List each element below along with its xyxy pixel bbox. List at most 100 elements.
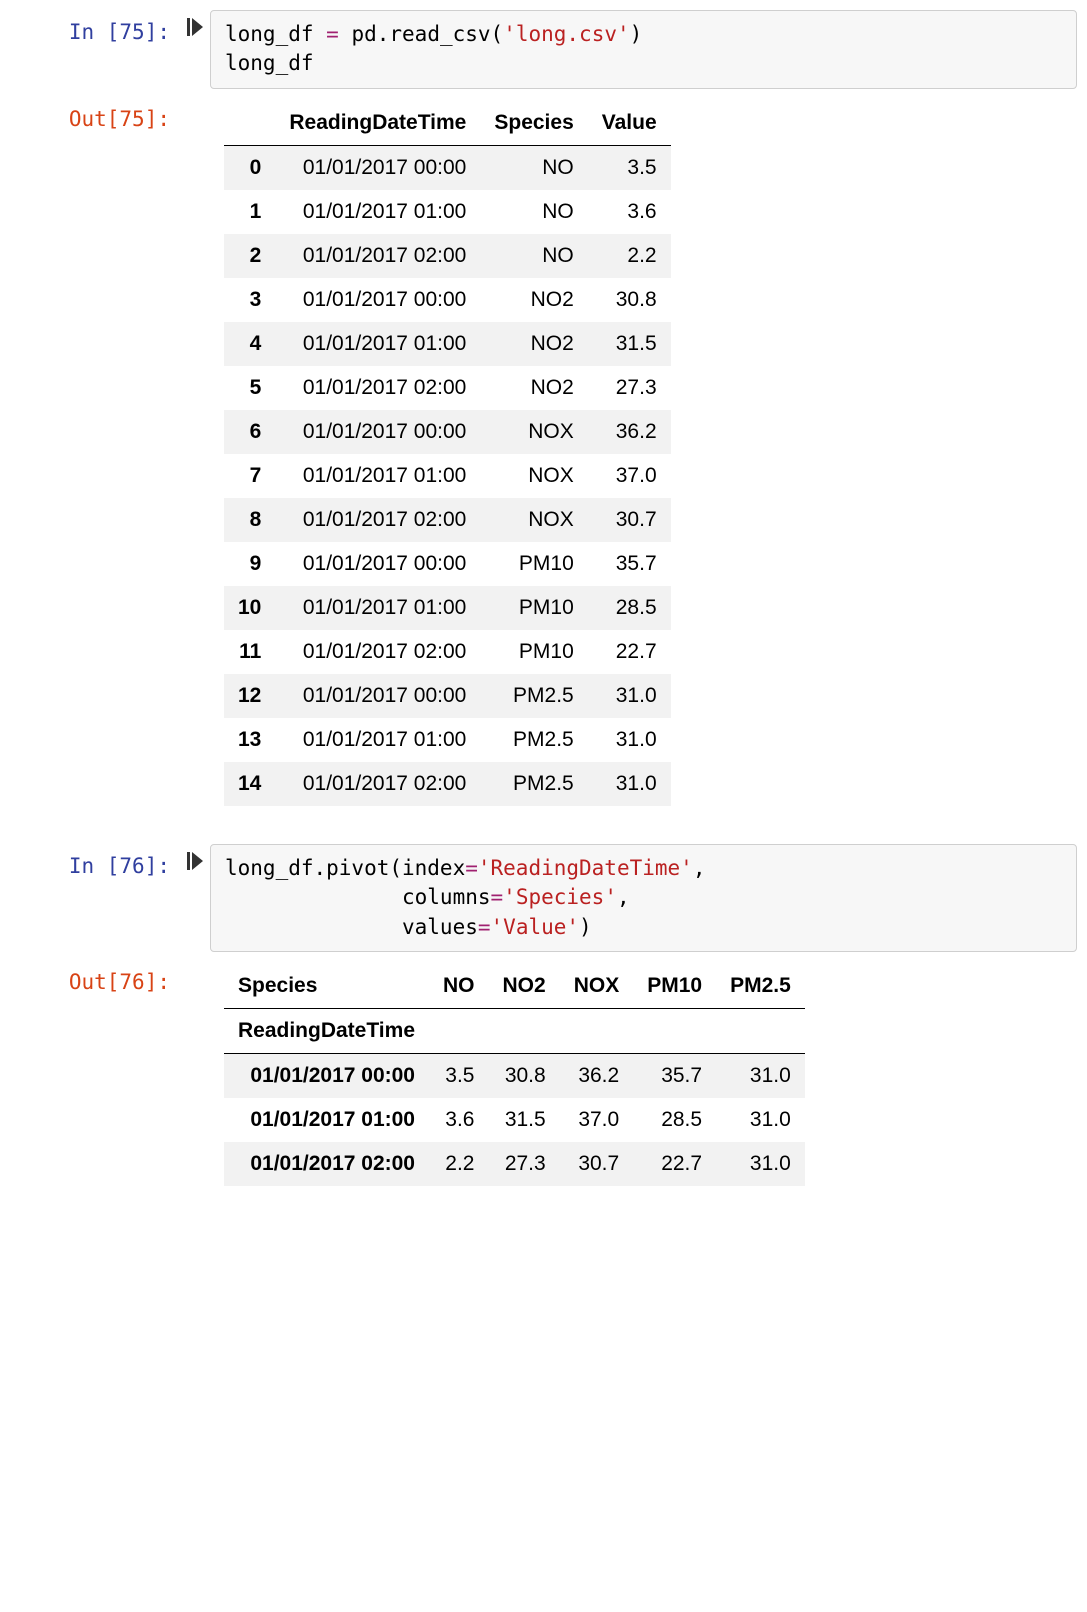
row-index: 9 [224, 542, 275, 586]
pivot-col-header: NO [429, 964, 489, 1009]
cell: 30.8 [489, 1053, 560, 1098]
code-text: values [225, 915, 478, 939]
code-text: ) [630, 22, 643, 46]
cell: 22.7 [588, 630, 671, 674]
cell: 01/01/2017 00:00 [275, 278, 480, 322]
table-row: 701/01/2017 01:00NOX37.0 [224, 454, 671, 498]
cell: 01/01/2017 00:00 [275, 145, 480, 190]
cell: PM2.5 [480, 718, 587, 762]
pivot-col-header: NO2 [489, 964, 560, 1009]
table-row: 901/01/2017 00:00PM1035.7 [224, 542, 671, 586]
code-text: , [617, 885, 630, 909]
cell: 3.6 [588, 190, 671, 234]
row-index: 2 [224, 234, 275, 278]
code-text: long_df [225, 22, 326, 46]
cell: 2.2 [588, 234, 671, 278]
cell: 31.0 [716, 1142, 805, 1186]
cell: 01/01/2017 02:00 [275, 234, 480, 278]
cell: NO [480, 190, 587, 234]
cell: NOX [480, 410, 587, 454]
cell: 31.0 [716, 1098, 805, 1142]
in-prompt-75: In [75]: [10, 10, 180, 89]
code-string: 'long.csv' [503, 22, 629, 46]
code-text: , [693, 856, 706, 880]
cell: 28.5 [588, 586, 671, 630]
cell: 01/01/2017 01:00 [275, 454, 480, 498]
cell: PM2.5 [480, 674, 587, 718]
cell: NO2 [480, 366, 587, 410]
pivot-index-name: ReadingDateTime [224, 1008, 429, 1053]
input-cell-75: In [75]: long_df = pd.read_csv('long.csv… [10, 10, 1077, 89]
col-header: Value [588, 101, 671, 146]
output-cell-75: Out[75]: ReadingDateTime Species Value 0… [10, 97, 1077, 816]
cell: 37.0 [588, 454, 671, 498]
code-text: ) [579, 915, 592, 939]
run-cell-icon[interactable] [187, 18, 203, 36]
table-row: 501/01/2017 02:00NO227.3 [224, 366, 671, 410]
cell: 31.0 [588, 674, 671, 718]
cell: 01/01/2017 02:00 [275, 498, 480, 542]
table-row: 01/01/2017 02:002.227.330.722.731.0 [224, 1142, 805, 1186]
code-input-75[interactable]: long_df = pd.read_csv('long.csv') long_d… [210, 10, 1077, 89]
output-cell-76: Out[76]: Species NO NO2 NOX PM10 PM2.5 R… [10, 960, 1077, 1196]
index-header-blank [224, 101, 275, 146]
run-cell-icon[interactable] [187, 852, 203, 870]
cell: 30.7 [560, 1142, 634, 1186]
cell: 35.7 [633, 1053, 716, 1098]
table-row: 1401/01/2017 02:00PM2.531.0 [224, 762, 671, 806]
code-op: = [326, 22, 339, 46]
table-row: 601/01/2017 00:00NOX36.2 [224, 410, 671, 454]
cell: NO [480, 234, 587, 278]
cell: 31.5 [489, 1098, 560, 1142]
row-index: 3 [224, 278, 275, 322]
table-row: 801/01/2017 02:00NOX30.7 [224, 498, 671, 542]
cell: 01/01/2017 02:00 [275, 762, 480, 806]
code-text: long_df.pivot(index [225, 856, 465, 880]
cell: 27.3 [489, 1142, 560, 1186]
dataframe-table-long: ReadingDateTime Species Value 001/01/201… [224, 101, 671, 806]
cell: NO2 [480, 322, 587, 366]
table-row: 301/01/2017 00:00NO230.8 [224, 278, 671, 322]
code-op: = [478, 915, 491, 939]
input-cell-76: In [76]: long_df.pivot(index='ReadingDat… [10, 844, 1077, 952]
table-row: 101/01/2017 01:00NO3.6 [224, 190, 671, 234]
row-index: 1 [224, 190, 275, 234]
cell: NO [480, 145, 587, 190]
row-index: 8 [224, 498, 275, 542]
cell: 01/01/2017 01:00 [275, 718, 480, 762]
cell: 30.8 [588, 278, 671, 322]
row-index: 6 [224, 410, 275, 454]
row-index: 4 [224, 322, 275, 366]
pivot-columns-name-row: Species NO NO2 NOX PM10 PM2.5 [224, 964, 805, 1009]
cell: 27.3 [588, 366, 671, 410]
run-button-area[interactable] [180, 844, 210, 952]
cell: NOX [480, 498, 587, 542]
pivot-index-name-row: ReadingDateTime [224, 1008, 805, 1053]
cell: 3.6 [429, 1098, 489, 1142]
cell: 31.5 [588, 322, 671, 366]
code-input-76[interactable]: long_df.pivot(index='ReadingDateTime', c… [210, 844, 1077, 952]
row-index: 12 [224, 674, 275, 718]
code-string: 'ReadingDateTime' [478, 856, 693, 880]
cell: 2.2 [429, 1142, 489, 1186]
row-index: 7 [224, 454, 275, 498]
dataframe-table-pivot: Species NO NO2 NOX PM10 PM2.5 ReadingDat… [224, 964, 805, 1186]
cell: 01/01/2017 00:00 [275, 542, 480, 586]
row-index: 01/01/2017 02:00 [224, 1142, 429, 1186]
out-prompt-76: Out[76]: [10, 960, 180, 1196]
row-index: 11 [224, 630, 275, 674]
output-area-76: Species NO NO2 NOX PM10 PM2.5 ReadingDat… [210, 960, 1077, 1196]
table-row: 1001/01/2017 01:00PM1028.5 [224, 586, 671, 630]
table-row: 201/01/2017 02:00NO2.2 [224, 234, 671, 278]
code-op: = [465, 856, 478, 880]
col-header: ReadingDateTime [275, 101, 480, 146]
cell: 01/01/2017 02:00 [275, 630, 480, 674]
run-button-area[interactable] [180, 10, 210, 89]
cell: 3.5 [588, 145, 671, 190]
cell: 28.5 [633, 1098, 716, 1142]
cell: NO2 [480, 278, 587, 322]
cell: 22.7 [633, 1142, 716, 1186]
cell: PM2.5 [480, 762, 587, 806]
code-string: 'Value' [491, 915, 580, 939]
cell: 01/01/2017 01:00 [275, 586, 480, 630]
